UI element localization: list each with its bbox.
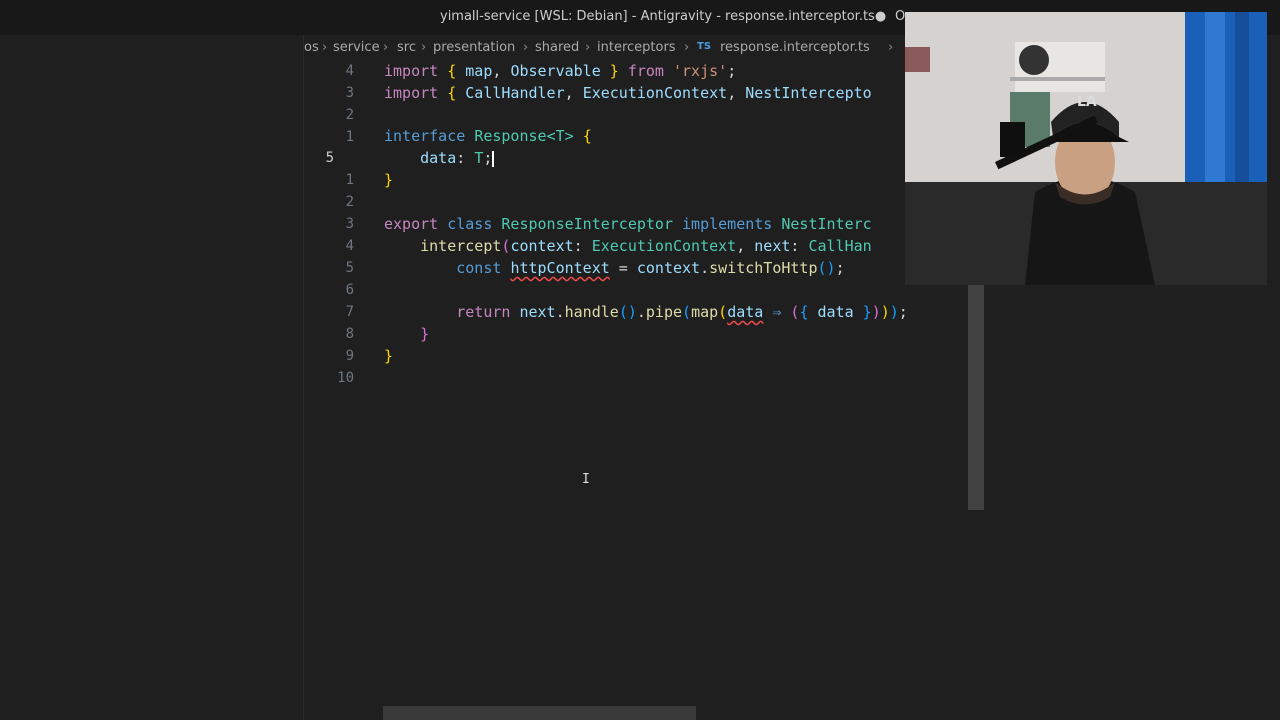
code-line: interface Response<T> { — [384, 127, 592, 145]
code-line: return next.handle().pipe(map(data ⇒ ({ … — [456, 303, 908, 321]
line-number: 10 — [337, 370, 354, 386]
code-editor[interactable]: 4 3 2 1 5 1 2 3 4 5 6 7 8 9 10 import { … — [304, 60, 984, 720]
chevron-right-icon: › — [383, 40, 389, 55]
code-line: intercept(context: ExecutionContext, nex… — [420, 237, 872, 255]
code-line: } — [384, 347, 394, 365]
text-cursor — [492, 150, 495, 167]
chevron-right-icon: › — [585, 40, 591, 55]
line-number: 3 — [345, 216, 354, 232]
typescript-file-icon: TS — [697, 41, 712, 52]
vertical-scrollbar-thumb[interactable] — [968, 285, 984, 510]
breadcrumb-item-presentation[interactable]: presentation — [433, 40, 515, 55]
line-number: 6 — [345, 282, 354, 298]
chevron-right-icon: › — [684, 40, 690, 55]
breadcrumb-item-os[interactable]: os — [304, 40, 319, 55]
line-number: 1 — [345, 129, 354, 145]
breadcrumb-item-file[interactable]: response.interceptor.ts — [720, 40, 870, 55]
chevron-right-icon: › — [421, 40, 427, 55]
code-line: } — [384, 171, 394, 189]
webcam-feed: LA — [905, 12, 1267, 285]
line-number: 3 — [345, 85, 354, 101]
ibeam-cursor-icon: I — [582, 472, 590, 487]
chevron-right-icon: › — [523, 40, 529, 55]
webcam-overlay: LA — [905, 12, 1267, 285]
line-number: 7 — [345, 304, 354, 320]
line-number: 4 — [345, 238, 354, 254]
cap-logo: LA — [1077, 94, 1097, 110]
code-line: } — [420, 325, 430, 343]
breadcrumb-item-service[interactable]: service — [333, 40, 380, 55]
chevron-right-icon: › — [888, 40, 894, 55]
left-panel — [0, 35, 304, 720]
breadcrumb-item-src[interactable]: src — [397, 40, 416, 55]
line-number: 9 — [345, 348, 354, 364]
code-line: import { map, Observable } from 'rxjs'; — [384, 62, 737, 80]
code-line: import { CallHandler, ExecutionContext, … — [384, 84, 872, 102]
line-number: 4 — [345, 63, 354, 79]
breadcrumb-item-interceptors[interactable]: interceptors — [597, 40, 676, 55]
line-number: 2 — [345, 194, 354, 210]
horizontal-scrollbar-thumb[interactable] — [383, 706, 696, 720]
window-title: yimall-service [WSL: Debian] - Antigravi… — [440, 9, 887, 24]
chevron-right-icon: › — [322, 40, 328, 55]
line-number-active: 5 — [325, 150, 334, 166]
code-line-active: data: T; — [420, 149, 495, 167]
line-number: 2 — [345, 107, 354, 123]
code-line: const httpContext = context.switchToHttp… — [456, 259, 845, 277]
window-title-overflow: O — [895, 9, 906, 24]
line-number: 1 — [345, 172, 354, 188]
line-number: 8 — [345, 326, 354, 342]
breadcrumb-item-shared[interactable]: shared — [535, 40, 579, 55]
breadcrumb: os › service › src › presentation › shar… — [304, 37, 924, 59]
code-line: export class ResponseInterceptor impleme… — [384, 215, 872, 233]
right-panel — [985, 285, 1280, 720]
line-number: 5 — [345, 260, 354, 276]
